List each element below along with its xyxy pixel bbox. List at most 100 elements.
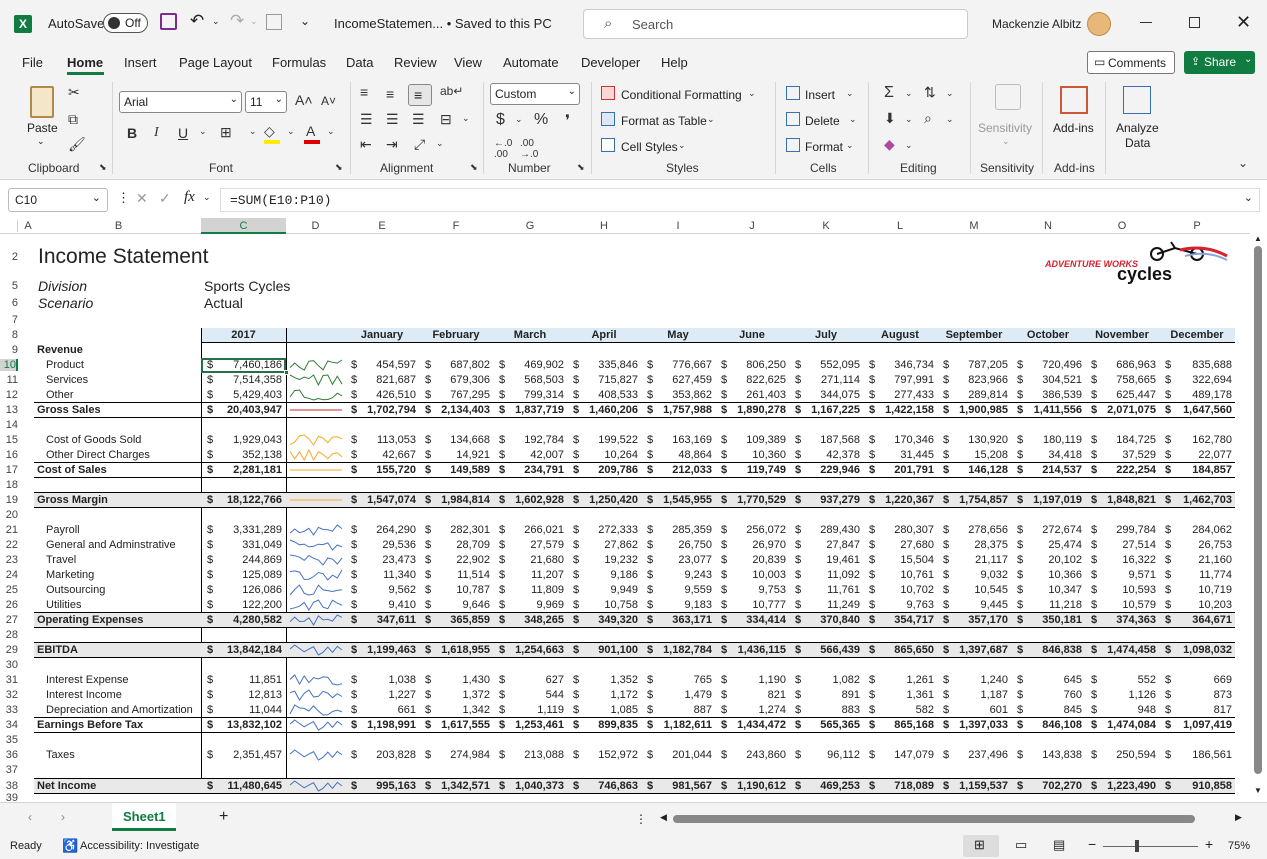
zoom-level[interactable]: 75% [1228,840,1250,852]
column-header-i[interactable]: I [641,220,715,232]
alignment-launcher-icon[interactable]: ⬊ [470,162,478,173]
row-header-9[interactable]: 9 [0,344,18,356]
add-sheet-icon[interactable]: + [219,808,228,826]
column-header-l[interactable]: L [863,220,937,232]
increase-indent-icon[interactable]: ⇥ [386,136,398,153]
cell-styles-button[interactable]: Cell Styles [621,140,678,154]
column-header-g[interactable]: G [493,220,567,232]
scroll-up-icon[interactable]: ▲ [1254,234,1262,243]
collapse-ribbon-icon[interactable]: ⌄ [1238,156,1248,170]
cut-icon[interactable]: ✂ [68,84,80,101]
align-left-icon[interactable]: ☰ [360,111,373,128]
comments-button[interactable]: ▭ Comments [1087,51,1175,74]
column-header-e[interactable]: E [345,220,419,232]
vertical-scroll-thumb[interactable] [1254,246,1262,774]
share-button[interactable]: ⇪ Share ⌄ [1184,51,1255,74]
conditional-formatting-icon[interactable] [601,86,615,100]
save-icon[interactable] [160,13,177,30]
tab-home[interactable]: Home [67,55,103,70]
align-middle-icon[interactable]: ≡ [386,86,394,102]
prev-sheet-icon[interactable]: ‹ [28,810,32,824]
row-header-8[interactable]: 8 [0,329,18,341]
name-box[interactable]: C10 ⌄ [8,188,108,212]
font-color-icon[interactable]: A [306,123,315,139]
underline-icon[interactable]: U [178,125,188,141]
tab-file[interactable]: File [22,55,43,70]
row-header-6[interactable]: 6 [0,297,18,309]
row-header-37[interactable]: 37 [0,764,18,776]
merge-center-icon[interactable]: ⊟ [440,111,452,128]
fx-dropdown-icon[interactable]: ⌄ [203,192,211,203]
find-select-dropdown-icon[interactable]: ⌄ [946,114,954,125]
scroll-right-icon[interactable]: ▶ [1235,812,1242,823]
font-color-dropdown-icon[interactable]: ⌄ [327,126,335,137]
column-header-d[interactable]: D [286,220,345,232]
minimize-icon[interactable] [1140,22,1152,23]
align-center-icon[interactable]: ☰ [386,111,399,128]
avatar[interactable] [1087,12,1111,36]
format-cells-icon[interactable] [786,138,800,152]
orientation-dropdown-icon[interactable]: ⌄ [436,138,444,149]
row-header-19[interactable]: 19 [0,494,18,506]
tab-insert[interactable]: Insert [124,55,157,70]
formula-input[interactable]: =SUM(E10:P10) ⌄ [220,188,1260,212]
font-name-select[interactable]: Arial ⌄ [119,91,242,113]
tab-automate[interactable]: Automate [503,55,559,70]
horizontal-scroll-thumb[interactable] [673,815,1195,823]
column-header-n[interactable]: N [1011,220,1085,232]
underline-dropdown-icon[interactable]: ⌄ [199,126,207,137]
page-layout-view-icon[interactable]: ▭ [1015,837,1027,853]
chevron-down-icon[interactable]: ⌄ [707,114,715,125]
form-icon[interactable] [266,14,282,30]
row-header-21[interactable]: 21 [0,524,18,536]
orientation-icon[interactable]: ⤢ [414,136,425,153]
percent-icon[interactable]: % [534,111,548,129]
row-header-26[interactable]: 26 [0,599,18,611]
enter-formula-icon[interactable]: ✓ [159,190,171,207]
column-header-f[interactable]: F [419,220,493,232]
merge-dropdown-icon[interactable]: ⌄ [462,113,470,124]
add-ins-button[interactable]: Add-ins [1053,121,1094,135]
paste-icon[interactable] [30,86,54,118]
tab-review[interactable]: Review [394,55,437,70]
currency-icon[interactable]: $ [496,111,505,129]
tab-developer[interactable]: Developer [581,55,640,70]
row-header-16[interactable]: 16 [0,449,18,461]
selected-cell-c10[interactable] [201,358,286,373]
tab-page-layout[interactable]: Page Layout [179,55,252,70]
zoom-slider-track[interactable] [1103,846,1198,847]
zoom-out-icon[interactable]: − [1088,836,1096,852]
maximize-icon[interactable] [1189,17,1200,28]
row-header-7[interactable]: 7 [0,314,18,326]
fill-icon[interactable]: ⬇ [884,110,896,127]
clear-icon[interactable]: ◆ [884,136,895,153]
align-bottom-button[interactable]: ≡ [408,84,432,106]
row-header-17[interactable]: 17 [0,464,18,476]
row-header-10[interactable]: 10 [0,359,18,371]
format-as-table-button[interactable]: Format as Table [621,114,707,128]
analyze-data-button-line2[interactable]: Data [1125,136,1150,150]
row-header-15[interactable]: 15 [0,434,18,446]
paste-dropdown-icon[interactable]: ⌄ [37,136,45,147]
zoom-slider-thumb[interactable] [1135,840,1139,852]
accessibility-icon[interactable]: ♿ [62,838,78,854]
row-header-22[interactable]: 22 [0,539,18,551]
sheet-tab-sheet1[interactable]: Sheet1 [112,803,176,831]
undo-icon[interactable]: ↶ [190,11,204,31]
analyze-data-icon[interactable] [1123,86,1151,114]
borders-dropdown-icon[interactable]: ⌄ [249,126,257,137]
copy-icon[interactable]: ⧉ [68,111,78,128]
tab-formulas[interactable]: Formulas [272,55,326,70]
fill-dropdown-icon[interactable]: ⌄ [905,114,913,125]
column-header-a[interactable]: A [20,220,36,232]
row-header-18[interactable]: 18 [0,479,18,491]
zoom-in-icon[interactable]: + [1205,836,1213,852]
more-options-icon[interactable]: ⋮ [117,190,130,206]
bold-icon[interactable]: B [127,125,137,141]
row-header-5[interactable]: 5 [0,280,18,292]
redo-icon[interactable]: ↷ [230,11,244,31]
paste-button[interactable]: Paste [27,121,58,135]
row-header-23[interactable]: 23 [0,554,18,566]
row-header-14[interactable]: 14 [0,419,18,431]
tab-help[interactable]: Help [661,55,688,70]
